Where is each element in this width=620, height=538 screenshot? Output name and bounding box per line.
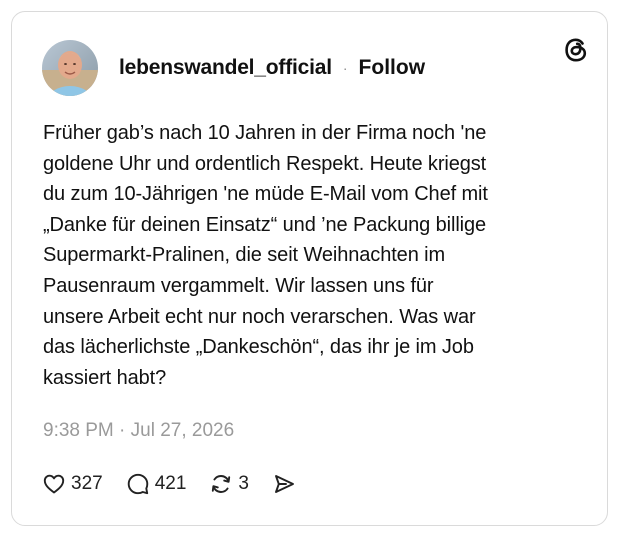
post-actions-bar: 327 421 3 — [42, 469, 319, 499]
repost-button[interactable]: 3 — [209, 472, 249, 496]
separator-dot: · — [342, 60, 348, 76]
reply-button[interactable]: 421 — [126, 472, 187, 496]
follow-button[interactable]: Follow — [359, 56, 426, 80]
heart-icon — [42, 472, 66, 496]
send-icon — [272, 472, 296, 496]
comment-bubble-icon — [126, 472, 150, 496]
reply-count: 421 — [154, 473, 187, 494]
post-timestamp[interactable]: 9:38 PM · Jul 27, 2026 — [43, 420, 234, 442]
avatar[interactable] — [42, 40, 98, 96]
threads-post-card: lebenswandel_official · Follow Früher ga… — [11, 11, 608, 526]
post-header: lebenswandel_official · Follow — [42, 38, 425, 98]
like-button[interactable]: 327 — [42, 472, 103, 496]
repost-icon — [209, 472, 233, 496]
share-button[interactable] — [272, 472, 296, 496]
repost-count: 3 — [238, 473, 249, 494]
like-count: 327 — [71, 473, 103, 494]
post-body-text: Früher gab’s nach 10 Jahren in der Firma… — [43, 122, 488, 389]
username-link[interactable]: lebenswandel_official — [119, 56, 332, 80]
threads-logo-icon[interactable] — [561, 35, 591, 65]
